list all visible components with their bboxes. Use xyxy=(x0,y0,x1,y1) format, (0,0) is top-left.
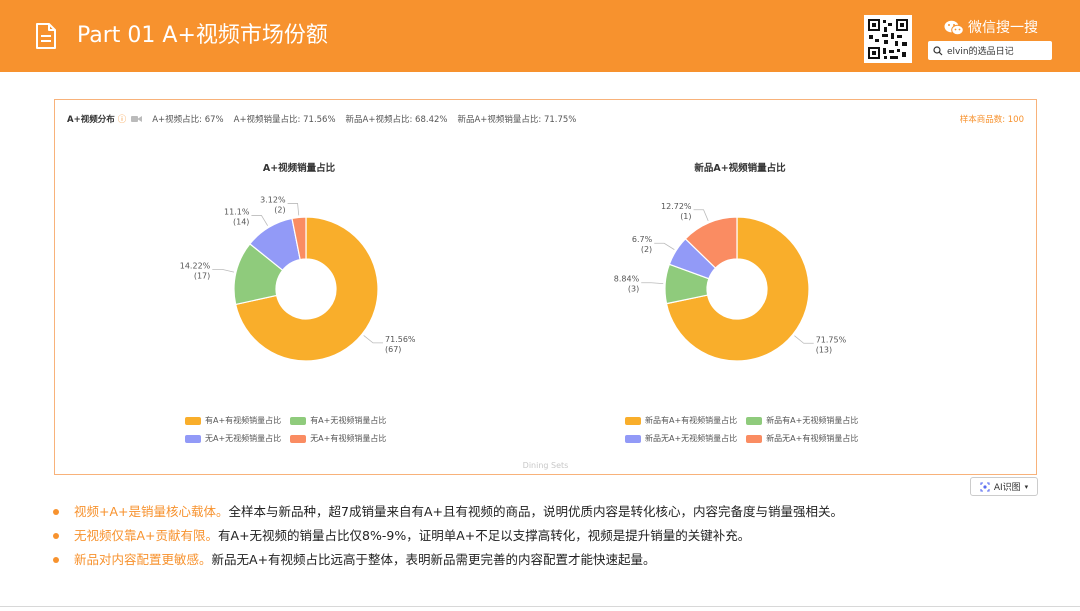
pie-chart-right: 71.75%(13) 8.84%(3) 6.7%(2) 12.72%(1) xyxy=(614,202,847,362)
summary-text: 全样本与新品种，超7成销量来自有A+且有视频的商品，说明优质内容是转化核心，内容… xyxy=(228,504,843,519)
bullet-dot xyxy=(53,557,59,563)
legend-swatch xyxy=(185,434,201,443)
bullet-dot xyxy=(53,509,59,515)
legend-label: 有A+有视频销量占比 xyxy=(205,416,282,425)
legend-item[interactable]: 新品有A+无视频销量占比 xyxy=(746,415,858,426)
summary-item: 新品对内容配置更敏感。新品无A+有视频占比远高于整体，表明新品需更完善的内容配置… xyxy=(48,548,843,572)
legend-item[interactable]: 新品有A+有视频销量占比 xyxy=(625,415,737,426)
legend-label: 无A+无视频销量占比 xyxy=(205,434,282,443)
legend-left: 有A+有视频销量占比 有A+无视频销量占比 无A+无视频销量占比 无A+有视频销… xyxy=(185,415,386,451)
legend-item[interactable]: 无A+无视频销量占比 xyxy=(185,433,281,444)
summary-list: 视频+A+是销量核心载体。全样本与新品种，超7成销量来自有A+且有视频的商品，说… xyxy=(48,500,843,572)
wechat-icon xyxy=(944,20,964,36)
slice-percent-label: 12.72% xyxy=(661,202,692,211)
divider xyxy=(0,606,1080,607)
legend-item[interactable]: 有A+有视频销量占比 xyxy=(185,415,281,426)
label-leader-line xyxy=(641,282,664,284)
search-value: elvin的选品日记 xyxy=(947,47,1014,57)
slice-percent-label: 8.84% xyxy=(614,275,640,284)
search-icon xyxy=(933,45,943,55)
legend-swatch xyxy=(625,434,641,443)
summary-highlight: 新品对内容配置更敏感。 xyxy=(74,552,212,567)
scan-icon xyxy=(980,481,990,492)
summary-highlight: 视频+A+是销量核心载体。 xyxy=(74,504,229,519)
legend-label: 无A+有视频销量占比 xyxy=(310,434,387,443)
document-icon xyxy=(36,23,56,49)
legend-label: 新品无A+有视频销量占比 xyxy=(766,434,859,443)
legend-label: 新品有A+有视频销量占比 xyxy=(645,416,738,425)
ai-button-label: AI识图 xyxy=(993,483,1021,493)
legend-label: 新品有A+无视频销量占比 xyxy=(766,416,859,425)
slice-count-label: (1) xyxy=(680,212,691,221)
legend-label: 有A+无视频销量占比 xyxy=(310,416,387,425)
wechat-label: 微信搜一搜 xyxy=(968,20,1038,36)
legend-item[interactable]: 有A+无视频销量占比 xyxy=(290,415,386,426)
search-input[interactable]: elvin的选品日记 xyxy=(928,41,1052,60)
summary-text: 新品无A+有视频占比远高于整体，表明新品需更完善的内容配置才能快速起量。 xyxy=(211,552,656,567)
slice-count-label: (2) xyxy=(641,245,652,254)
summary-text: 有A+无视频的销量占比仅8%-9%，证明单A+不足以支撑高转化，视频是提升销量的… xyxy=(218,528,751,543)
summary-highlight: 无视频仅靠A+贡献有限。 xyxy=(74,528,219,543)
slice-count-label: (13) xyxy=(816,345,832,354)
label-leader-line xyxy=(654,242,675,250)
legend-right: 新品有A+有视频销量占比 新品有A+无视频销量占比 新品无A+无视频销量占比 新… xyxy=(625,415,858,451)
legend-swatch xyxy=(290,434,307,443)
label-leader-line xyxy=(693,209,709,221)
legend-swatch xyxy=(746,434,763,443)
slice-count-label: (3) xyxy=(628,285,639,294)
legend-item[interactable]: 新品无A+有视频销量占比 xyxy=(746,433,858,444)
slice-percent-label: 71.75% xyxy=(816,335,847,344)
legend-item[interactable]: 无A+有视频销量占比 xyxy=(290,433,386,444)
summary-item: 无视频仅靠A+贡献有限。有A+无视频的销量占比仅8%-9%，证明单A+不足以支撑… xyxy=(48,524,843,548)
legend-swatch xyxy=(290,416,307,425)
category-label: Dining Sets xyxy=(522,461,569,470)
wechat-search-label: 微信搜一搜 xyxy=(944,18,1038,38)
legend-item[interactable]: 新品无A+无视频销量占比 xyxy=(625,433,737,444)
qr-code xyxy=(864,15,912,63)
legend-swatch xyxy=(746,416,763,425)
chevron-down-icon: ▾ xyxy=(1024,482,1029,491)
legend-swatch xyxy=(185,416,201,425)
legend-label: 新品无A+无视频销量占比 xyxy=(645,434,738,443)
page-title: Part 01 A+视频市场份额 xyxy=(77,23,328,48)
ai-recognize-button[interactable]: AI识图 ▾ xyxy=(970,477,1038,496)
summary-item: 视频+A+是销量核心载体。全样本与新品种，超7成销量来自有A+且有视频的商品，说… xyxy=(48,500,843,524)
header-bar: Part 01 A+视频市场份额 微信搜一搜 elvin的选品日记 xyxy=(0,0,1080,72)
label-leader-line xyxy=(794,335,814,344)
legend-swatch xyxy=(625,416,641,425)
chart-panel: A+视频分布 ⓘ A+视频占比: 67% A+视频销量占比: 71.56% 新品… xyxy=(54,99,1037,475)
bullet-dot xyxy=(53,533,59,539)
slice-percent-label: 6.7% xyxy=(632,235,653,244)
